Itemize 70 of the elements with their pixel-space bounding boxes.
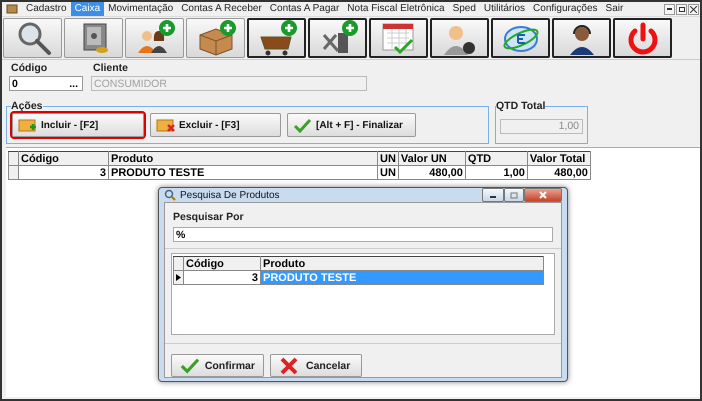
table-cell: 3 [184, 270, 260, 284]
column-header[interactable]: Valor Total [527, 152, 590, 166]
minimize-button[interactable] [664, 4, 675, 14]
codigo-field[interactable]: 0 ... [9, 76, 83, 91]
menu-item[interactable]: Utilitários [480, 2, 530, 16]
column-header[interactable]: Código [184, 256, 260, 270]
column-header[interactable]: Produto [108, 152, 378, 166]
cancel-button[interactable]: Cancelar [270, 354, 362, 377]
field-label: Cliente [92, 62, 130, 74]
toolbar-button[interactable] [613, 18, 672, 58]
toolbar-button[interactable] [247, 18, 306, 58]
minimize-icon [667, 8, 672, 10]
menu-item[interactable]: Nota Fiscal Eletrônica [343, 2, 449, 16]
toolbar-button[interactable] [369, 18, 428, 58]
restore-button[interactable] [676, 4, 687, 14]
row-pointer-icon [176, 274, 181, 280]
app-icon [6, 4, 18, 14]
toolbar-button[interactable] [64, 18, 123, 58]
confirm-button[interactable]: Confirmar [171, 354, 264, 377]
action-button[interactable]: Incluir - [F2] [12, 113, 144, 137]
toolbar-button[interactable] [3, 18, 62, 58]
toolbar-button[interactable] [308, 18, 367, 58]
table-cell: 1,00 [465, 166, 528, 180]
menu-item[interactable]: Movimentação [104, 2, 178, 16]
browse-button[interactable]: ... [65, 78, 82, 90]
column-header[interactable]: QTD [465, 152, 528, 166]
column-header[interactable]: Código [18, 152, 108, 166]
table-cell: 480,00 [527, 166, 590, 180]
close-icon [690, 6, 697, 12]
search-field[interactable]: % [173, 227, 553, 242]
menu-item[interactable]: Contas A Receber [177, 2, 266, 16]
table-cell: 480,00 [398, 166, 466, 180]
minimize-button[interactable] [482, 188, 504, 202]
column-header[interactable]: Valor UN [398, 152, 466, 166]
maximize-button[interactable] [504, 188, 524, 202]
close-icon [539, 191, 547, 199]
folder-plus-icon [18, 117, 37, 133]
close-button[interactable] [524, 188, 562, 202]
menu-item[interactable]: Cadastro [22, 2, 71, 16]
action-button[interactable]: [Alt + F] - Finalizar [287, 113, 416, 137]
table-cell: 3 [18, 166, 108, 180]
field-label: Código [10, 62, 48, 74]
checkmark-icon [180, 356, 200, 376]
toolbar-button[interactable] [125, 18, 184, 58]
header-corner [8, 152, 18, 166]
menu-item[interactable]: Sped [448, 2, 480, 16]
toolbar-button[interactable] [186, 18, 245, 58]
checkmark-icon [293, 117, 312, 133]
restore-icon [678, 6, 684, 12]
toolbar-button[interactable] [491, 18, 550, 58]
action-button[interactable]: Excluir - [F3] [150, 113, 281, 137]
close-button[interactable] [688, 4, 699, 14]
column-header[interactable]: UN [378, 152, 398, 166]
menu-item[interactable]: Contas A Pagar [266, 2, 344, 16]
table-cell: PRODUTO TESTE [260, 270, 544, 284]
menu-item[interactable]: Sair [602, 2, 628, 16]
toolbar-button[interactable] [552, 18, 611, 58]
group-title: QTD Total [496, 100, 546, 112]
column-header[interactable]: Produto [260, 256, 544, 270]
toolbar-button[interactable] [430, 18, 489, 58]
window-title: Pesquisa De Produtos [180, 190, 280, 200]
qtd-total-field: 1,00 [500, 119, 583, 134]
menu-item[interactable]: Configurações [529, 2, 602, 16]
row-indicator[interactable] [174, 270, 184, 284]
field-label: Pesquisar Por [173, 211, 245, 223]
maximize-icon [510, 192, 518, 198]
folder-delete-icon [156, 117, 175, 133]
group-title: Ações [11, 100, 43, 112]
table-cell: PRODUTO TESTE [108, 166, 378, 180]
header-corner [174, 256, 184, 270]
